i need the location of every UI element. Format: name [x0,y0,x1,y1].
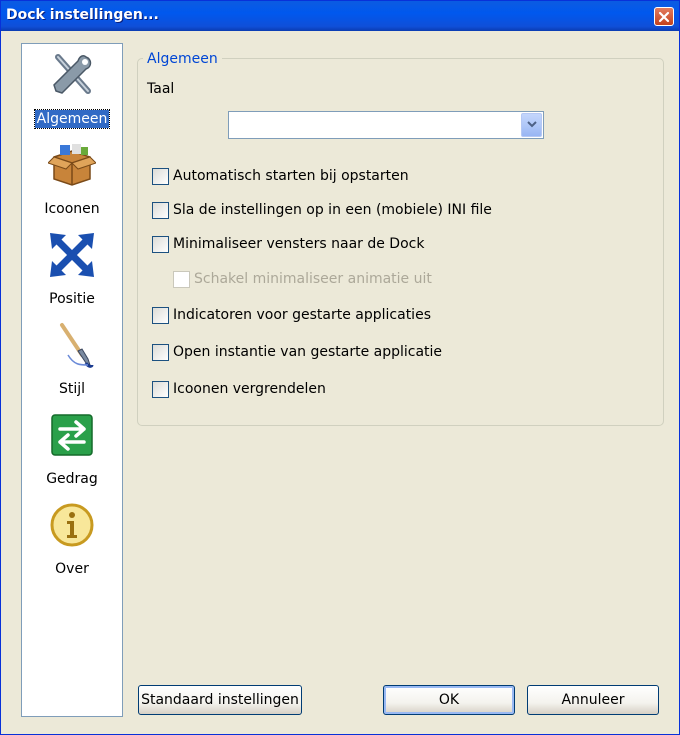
groupbox-title: Algemeen [143,51,222,67]
default-settings-button[interactable]: Standaard instellingen [138,685,302,715]
option-disable-minimize-animation: Schakel minimaliseer animatie uit [173,269,432,289]
option-ini-file[interactable]: Sla de instellingen op in een (mobiele) … [152,200,492,220]
cancel-button[interactable]: Annuleer [527,685,659,715]
sidebar-item-algemeen[interactable]: Algemeen [22,51,122,141]
option-label: Automatisch starten bij opstarten [173,168,409,184]
sidebar-item-label: Over [55,561,89,577]
close-icon [658,11,670,22]
tools-icon [53,54,92,94]
checkbox[interactable] [152,343,169,361]
checkbox[interactable] [152,235,169,253]
dialog-window: Dock instellingen... Algemeen Icoonen Po… [0,0,680,735]
option-label: Icoonen vergrendelen [173,381,326,397]
checkbox[interactable] [152,380,169,398]
option-label: Minimaliseer vensters naar de Dock [173,236,425,252]
window-title: Dock instellingen... [6,7,159,23]
sidebar-item-positie[interactable]: Positie [22,231,122,321]
dialog-client-area: Algemeen Icoonen Positie Stijl Gedrag Ov… [4,31,676,733]
option-label: Open instantie van gestarte applicatie [173,344,443,360]
option-label: Sla de instellingen op in een (mobiele) … [173,202,492,218]
option-lock-icons[interactable]: Icoonen vergrendelen [152,379,326,399]
checkbox[interactable] [152,167,169,185]
option-minimize-to-dock[interactable]: Minimaliseer vensters naar de Dock [152,234,424,254]
paintbrush-icon [60,323,94,368]
sidebar-item-label: Stijl [58,381,86,397]
sidebar-item-stijl[interactable]: Stijl [22,321,122,411]
language-dropdown[interactable] [228,111,544,139]
sidebar-item-label: Positie [49,291,95,307]
option-label: Indicatoren voor gestarte applicaties [173,307,431,323]
option-running-indicators[interactable]: Indicatoren voor gestarte applicaties [152,305,431,325]
sidebar-item-gedrag[interactable]: Gedrag [22,411,122,501]
sidebar-item-label: Gedrag [46,471,98,487]
close-button[interactable] [654,7,674,26]
checkbox[interactable] [152,306,169,324]
checkbox [173,270,190,288]
swap-arrows-icon [51,414,93,456]
checkbox[interactable] [152,201,169,219]
move-arrows-icon [50,233,94,277]
sidebar-item-icoonen[interactable]: Icoonen [22,141,122,231]
option-open-instance[interactable]: Open instantie van gestarte applicatie [152,342,442,362]
category-sidebar: Algemeen Icoonen Positie Stijl Gedrag Ov… [21,43,123,717]
title-bar[interactable]: Dock instellingen... [1,1,679,31]
option-autostart[interactable]: Automatisch starten bij opstarten [152,166,409,186]
option-label: Schakel minimaliseer animatie uit [194,271,432,287]
language-label: Taal [147,81,175,97]
ok-button[interactable]: OK [383,685,515,715]
info-icon [50,503,94,547]
chevron-down-icon [526,121,537,128]
sidebar-item-label: Algemeen [33,109,111,129]
sidebar-item-label: Icoonen [44,201,100,217]
dropdown-button[interactable] [521,113,542,137]
sidebar-item-over[interactable]: Over [22,501,122,591]
box-icon [48,144,96,186]
